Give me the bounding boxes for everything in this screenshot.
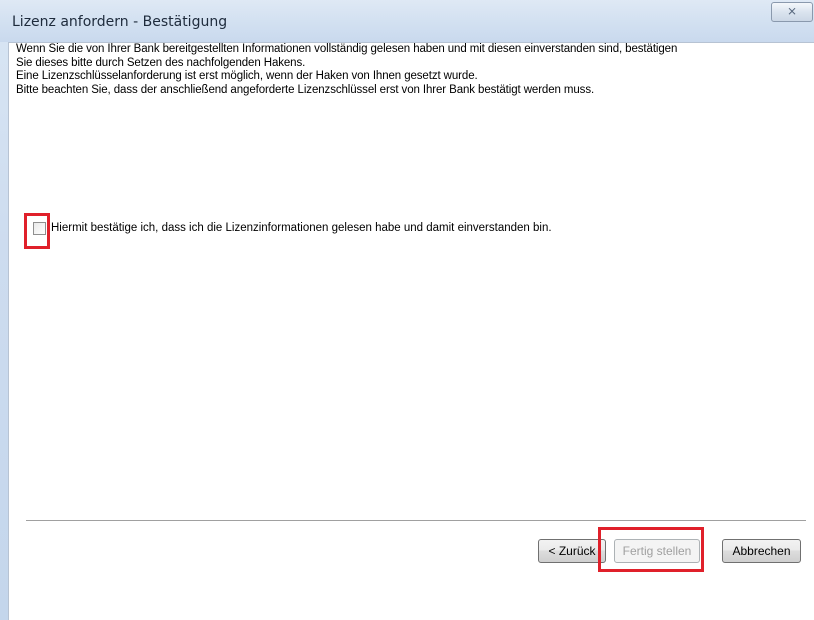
button-separator xyxy=(26,520,806,522)
title-bar: Lizenz anfordern - Bestätigung ⨯ xyxy=(0,0,814,42)
dialog-window: Lizenz anfordern - Bestätigung ⨯ Wenn Si… xyxy=(0,0,814,620)
finish-button[interactable]: Fertig stellen xyxy=(614,539,700,563)
info-text: Wenn Sie die von Ihrer Bank bereitgestel… xyxy=(16,43,796,97)
window-title: Lizenz anfordern - Bestätigung xyxy=(12,14,228,30)
confirm-checkbox-label[interactable]: Hiermit bestätige ich, dass ich die Lize… xyxy=(51,222,552,234)
back-button[interactable]: < Zurück xyxy=(538,539,606,563)
confirm-checkbox[interactable] xyxy=(33,222,46,235)
close-icon: ⨯ xyxy=(786,4,798,18)
cancel-button[interactable]: Abbrechen xyxy=(722,539,801,563)
close-button[interactable]: ⨯ xyxy=(771,2,813,22)
info-line: Sie dieses bitte durch Setzen des nachfo… xyxy=(16,56,306,69)
info-line: Bitte beachten Sie, dass der anschließen… xyxy=(16,83,595,96)
info-line: Wenn Sie die von Ihrer Bank bereitgestel… xyxy=(16,43,678,55)
info-line: Eine Lizenzschlüsselanforderung ist erst… xyxy=(16,70,478,82)
dialog-content xyxy=(8,42,814,620)
